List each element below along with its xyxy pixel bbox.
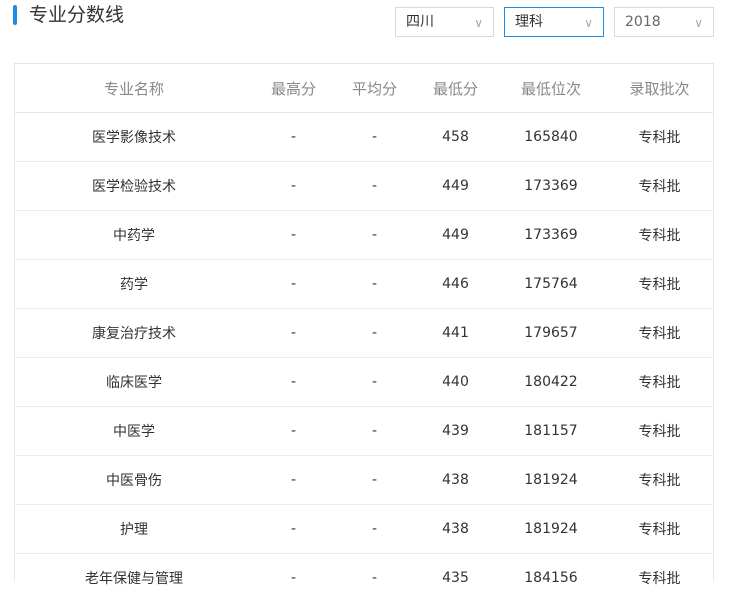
- avg-score: -: [334, 113, 415, 162]
- major-name: 老年保健与管理: [15, 554, 253, 602]
- max-score: -: [253, 505, 334, 554]
- avg-score: -: [334, 456, 415, 505]
- column-header: 最低分: [415, 64, 496, 113]
- title-accent-bar: [13, 5, 17, 25]
- min-score: 449: [415, 211, 496, 260]
- province-select-value: 四川: [406, 14, 434, 30]
- chevron-down-icon: ∨: [694, 9, 703, 37]
- min-rank: 179657: [496, 309, 606, 358]
- column-header: 最高分: [253, 64, 334, 113]
- score-table: 专业名称 最高分 平均分 最低分 最低位次 录取批次 医学影像技术 - - 45…: [15, 64, 713, 602]
- score-table-container: 专业名称 最高分 平均分 最低分 最低位次 录取批次 医学影像技术 - - 45…: [14, 63, 714, 581]
- admission-batch: 专科批: [606, 407, 713, 456]
- column-header: 专业名称: [15, 64, 253, 113]
- table-row: 康复治疗技术 - - 441 179657 专科批: [15, 309, 713, 358]
- table-row: 药学 - - 446 175764 专科批: [15, 260, 713, 309]
- admission-batch: 专科批: [606, 162, 713, 211]
- major-name: 中医骨伤: [15, 456, 253, 505]
- avg-score: -: [334, 260, 415, 309]
- min-score: 435: [415, 554, 496, 602]
- major-name: 康复治疗技术: [15, 309, 253, 358]
- major-name: 临床医学: [15, 358, 253, 407]
- major-name: 中药学: [15, 211, 253, 260]
- subject-select[interactable]: 理科 ∨: [504, 7, 604, 37]
- table-row: 中药学 - - 449 173369 专科批: [15, 211, 713, 260]
- column-header: 录取批次: [606, 64, 713, 113]
- major-name: 医学影像技术: [15, 113, 253, 162]
- min-score: 438: [415, 505, 496, 554]
- table-row: 医学影像技术 - - 458 165840 专科批: [15, 113, 713, 162]
- min-score: 449: [415, 162, 496, 211]
- avg-score: -: [334, 407, 415, 456]
- table-row: 中医骨伤 - - 438 181924 专科批: [15, 456, 713, 505]
- admission-batch: 专科批: [606, 309, 713, 358]
- min-rank: 181157: [496, 407, 606, 456]
- chevron-down-icon: ∨: [474, 9, 483, 37]
- admission-batch: 专科批: [606, 456, 713, 505]
- max-score: -: [253, 309, 334, 358]
- avg-score: -: [334, 162, 415, 211]
- max-score: -: [253, 211, 334, 260]
- table-row: 中医学 - - 439 181157 专科批: [15, 407, 713, 456]
- min-score: 439: [415, 407, 496, 456]
- avg-score: -: [334, 505, 415, 554]
- table-row: 老年保健与管理 - - 435 184156 专科批: [15, 554, 713, 602]
- min-score: 440: [415, 358, 496, 407]
- avg-score: -: [334, 554, 415, 602]
- table-row: 护理 - - 438 181924 专科批: [15, 505, 713, 554]
- avg-score: -: [334, 211, 415, 260]
- subject-select-value: 理科: [515, 14, 543, 30]
- max-score: -: [253, 260, 334, 309]
- min-rank: 175764: [496, 260, 606, 309]
- table-row: 临床医学 - - 440 180422 专科批: [15, 358, 713, 407]
- max-score: -: [253, 407, 334, 456]
- year-select-value: 2018: [625, 14, 661, 30]
- province-select[interactable]: 四川 ∨: [395, 7, 494, 37]
- major-name: 医学检验技术: [15, 162, 253, 211]
- table-row: 医学检验技术 - - 449 173369 专科批: [15, 162, 713, 211]
- min-score: 438: [415, 456, 496, 505]
- max-score: -: [253, 113, 334, 162]
- admission-batch: 专科批: [606, 211, 713, 260]
- max-score: -: [253, 456, 334, 505]
- admission-batch: 专科批: [606, 113, 713, 162]
- min-rank: 184156: [496, 554, 606, 602]
- min-rank: 181924: [496, 505, 606, 554]
- chevron-down-icon: ∨: [584, 9, 593, 37]
- min-score: 441: [415, 309, 496, 358]
- min-rank: 173369: [496, 211, 606, 260]
- max-score: -: [253, 554, 334, 602]
- min-score: 458: [415, 113, 496, 162]
- min-rank: 173369: [496, 162, 606, 211]
- admission-batch: 专科批: [606, 505, 713, 554]
- max-score: -: [253, 358, 334, 407]
- min-rank: 180422: [496, 358, 606, 407]
- max-score: -: [253, 162, 334, 211]
- admission-batch: 专科批: [606, 554, 713, 602]
- major-name: 护理: [15, 505, 253, 554]
- major-name: 中医学: [15, 407, 253, 456]
- column-header: 平均分: [334, 64, 415, 113]
- min-rank: 165840: [496, 113, 606, 162]
- admission-batch: 专科批: [606, 260, 713, 309]
- min-rank: 181924: [496, 456, 606, 505]
- column-header: 最低位次: [496, 64, 606, 113]
- min-score: 446: [415, 260, 496, 309]
- avg-score: -: [334, 358, 415, 407]
- table-header-row: 专业名称 最高分 平均分 最低分 最低位次 录取批次: [15, 64, 713, 113]
- year-select[interactable]: 2018 ∨: [614, 7, 714, 37]
- page-title: 专业分数线: [29, 2, 124, 28]
- major-name: 药学: [15, 260, 253, 309]
- avg-score: -: [334, 309, 415, 358]
- admission-batch: 专科批: [606, 358, 713, 407]
